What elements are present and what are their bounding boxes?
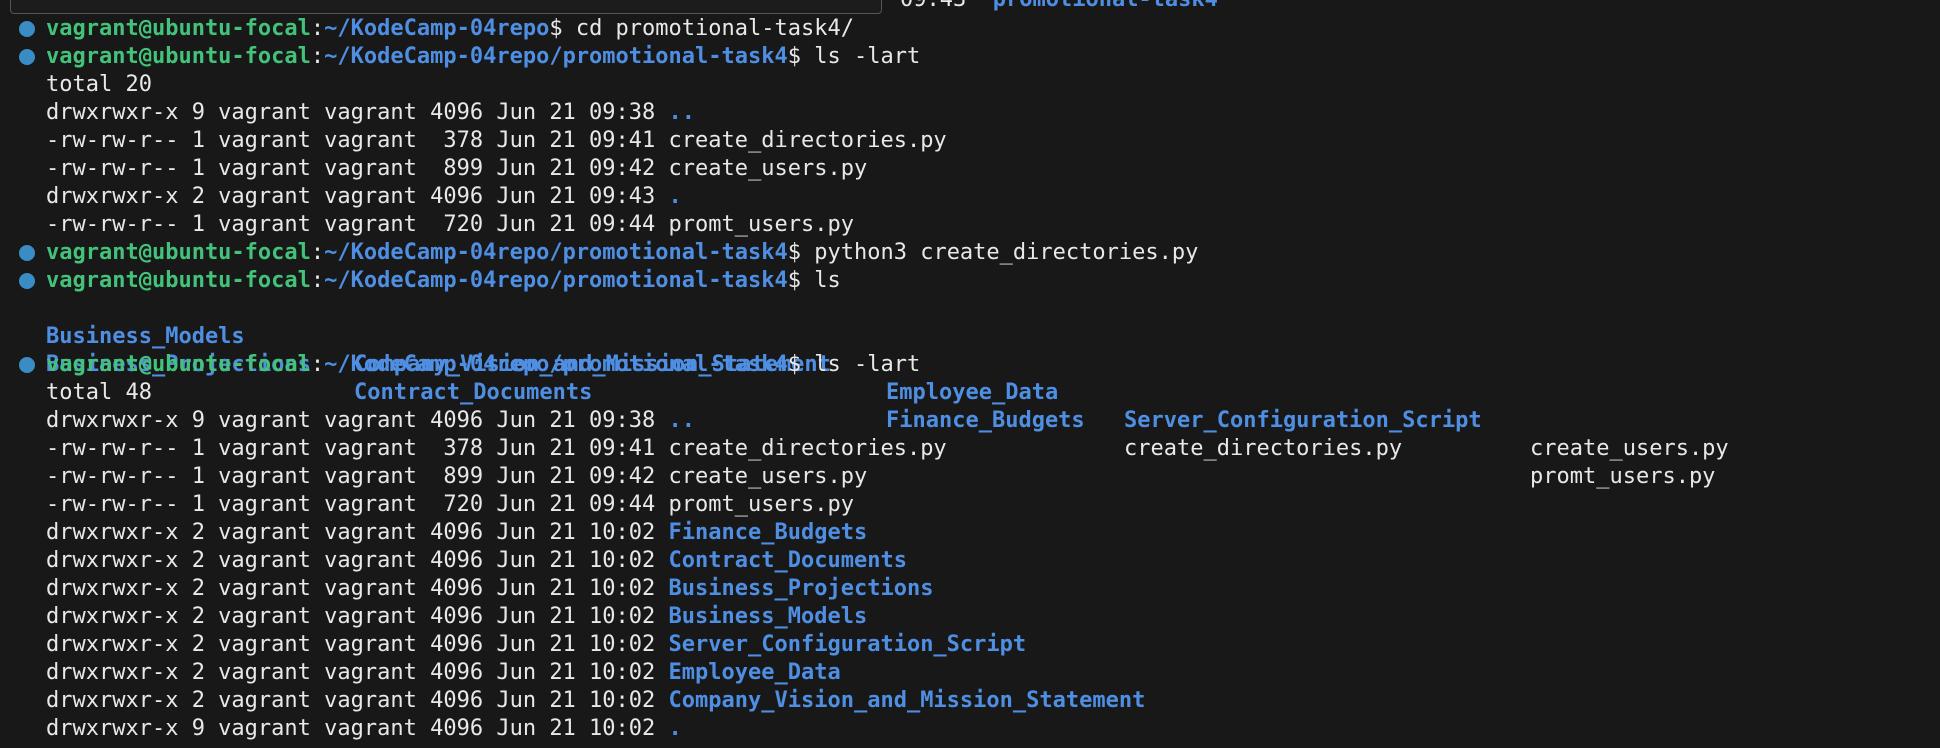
listing-row: -rw-rw-r-- 1 vagrant vagrant 899 Jun 21 … [46, 464, 868, 489]
command-status-dot[interactable] [19, 21, 35, 37]
ls-entry: Employee_Data [886, 380, 1059, 405]
listing-row: drwxrwxr-x 2 vagrant vagrant 4096 Jun 21… [46, 632, 1027, 657]
ls-entry: promt_users.py [1530, 464, 1716, 489]
prompt-line: vagrant@ubuntu-focal:~/KodeCamp-04repo/p… [46, 352, 921, 377]
listing-row: drwxrwxr-x 2 vagrant vagrant 4096 Jun 21… [46, 184, 682, 209]
previous-output-box [10, 0, 882, 14]
listing-row: drwxrwxr-x 9 vagrant vagrant 4096 Jun 21… [46, 408, 696, 433]
listing-row: -rw-rw-r-- 1 vagrant vagrant 378 Jun 21 … [46, 128, 947, 153]
listing-row: drwxrwxr-x 9 vagrant vagrant 4096 Jun 21… [46, 100, 696, 125]
prompt-line: vagrant@ubuntu-focal:~/KodeCamp-04repo/p… [46, 240, 1199, 265]
listing-row: -rw-rw-r-- 1 vagrant vagrant 899 Jun 21 … [46, 156, 868, 181]
ls-entry: create_directories.py [1124, 436, 1403, 461]
previous-output-line: 09:43 promotional-task4 [900, 0, 1218, 14]
listing-row: drwxrwxr-x 2 vagrant vagrant 4096 Jun 21… [46, 548, 907, 573]
ls-entry: Server_Configuration_Script [1124, 408, 1482, 433]
listing-row: drwxrwxr-x 2 vagrant vagrant 4096 Jun 21… [46, 520, 868, 545]
command-status-dot[interactable] [19, 49, 35, 65]
listing-row: -rw-rw-r-- 1 vagrant vagrant 720 Jun 21 … [46, 212, 854, 237]
listing-row: -rw-rw-r-- 1 vagrant vagrant 720 Jun 21 … [46, 492, 854, 517]
ls-entry: create_users.py [1530, 436, 1729, 461]
command-status-dot[interactable] [19, 273, 35, 289]
listing-row: -rw-rw-r-- 1 vagrant vagrant 378 Jun 21 … [46, 436, 947, 461]
listing-row: drwxrwxr-x 2 vagrant vagrant 4096 Jun 21… [46, 604, 868, 629]
listing-row: drwxrwxr-x 2 vagrant vagrant 4096 Jun 21… [46, 688, 1146, 713]
prompt-line: vagrant@ubuntu-focal:~/KodeCamp-04repo$ … [46, 16, 854, 41]
listing-row: drwxrwxr-x 9 vagrant vagrant 4096 Jun 21… [46, 716, 682, 741]
listing-row: drwxrwxr-x 2 vagrant vagrant 4096 Jun 21… [46, 660, 841, 685]
command-status-dot[interactable] [19, 245, 35, 261]
listing-row: drwxrwxr-x 2 vagrant vagrant 4096 Jun 21… [46, 576, 934, 601]
listing-total: total 20 [46, 72, 152, 97]
terminal-window[interactable]: 09:43 promotional-task4 vagrant@ubuntu-f… [0, 0, 1940, 748]
prompt-line: vagrant@ubuntu-focal:~/KodeCamp-04repo/p… [46, 268, 841, 293]
ls-entry: Contract_Documents [354, 380, 593, 405]
command-status-dot[interactable] [19, 357, 35, 373]
listing-total: total 48 [46, 380, 152, 405]
ls-output-row: Business_Models Company_Vision_and_Missi… [0, 295, 1940, 461]
prompt-line: vagrant@ubuntu-focal:~/KodeCamp-04repo/p… [46, 44, 921, 69]
ls-entry: Finance_Budgets [886, 408, 1085, 433]
ls-output-row: Business_Projections Contract_Documents … [0, 323, 1940, 489]
